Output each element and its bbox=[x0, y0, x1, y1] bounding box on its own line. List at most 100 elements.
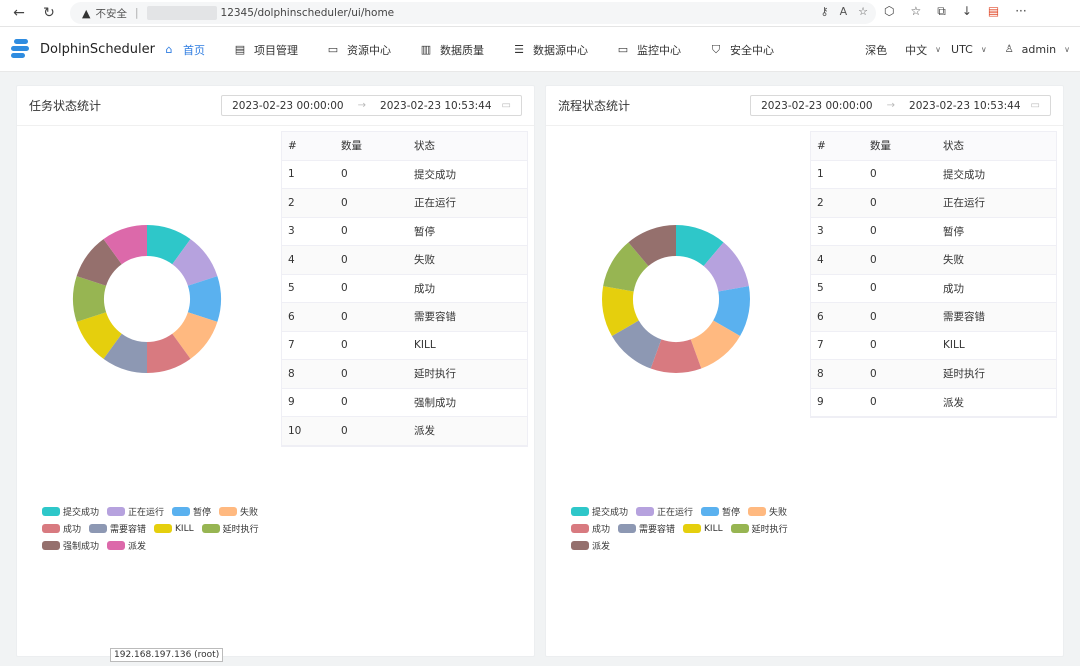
menu-item-5[interactable]: ▭ 监控中心 bbox=[617, 42, 681, 58]
legend-label: 成功 bbox=[63, 525, 82, 535]
legend-swatch bbox=[636, 507, 655, 516]
legend-item[interactable]: 成功 bbox=[571, 520, 610, 537]
favorite-star-icon[interactable]: ☆ bbox=[858, 5, 868, 18]
date-range-picker[interactable]: 2023-02-23 00:00:00 → 2023-02-23 10:53:4… bbox=[221, 95, 522, 116]
browser-toolbar: ← ↻ ▲ 不安全 | 12345/dolphinscheduler/ui/ho… bbox=[0, 0, 1080, 27]
legend-item[interactable]: 延时执行 bbox=[730, 520, 788, 537]
address-bar[interactable]: ▲ 不安全 | 12345/dolphinscheduler/ui/home ⚷… bbox=[70, 2, 876, 24]
arrow-right-icon: → bbox=[886, 100, 896, 111]
legend-swatch bbox=[701, 507, 720, 516]
chevron-down-icon: ∨ bbox=[980, 45, 987, 54]
table-cell: 失败 bbox=[408, 245, 527, 275]
legend-label: 暂停 bbox=[193, 508, 212, 518]
table-cell: 正在运行 bbox=[408, 188, 527, 218]
legend-item[interactable]: 正在运行 bbox=[107, 503, 164, 520]
folder-icon: ▭ bbox=[327, 43, 339, 56]
theme-toggle[interactable]: 深色 bbox=[865, 42, 887, 58]
table-cell: 0 bbox=[864, 245, 937, 275]
legend-item[interactable]: KILL bbox=[154, 520, 194, 537]
logo-text: DolphinScheduler bbox=[40, 41, 156, 57]
menu-item-0[interactable]: ⌂ 首页 bbox=[163, 42, 206, 58]
table-row: 10 0 派发 bbox=[282, 416, 527, 446]
table-cell: 成功 bbox=[408, 274, 527, 303]
legend-swatch bbox=[42, 541, 60, 550]
collections-icon[interactable]: ⧉ bbox=[937, 4, 946, 19]
legend-label: 失败 bbox=[240, 508, 259, 518]
table-cell: 暂停 bbox=[937, 217, 1056, 246]
date-start: 2023-02-23 00:00:00 bbox=[232, 99, 344, 112]
table-row: 9 0 派发 bbox=[811, 388, 1056, 417]
reload-icon[interactable]: ↻ bbox=[38, 2, 60, 24]
table-row: 7 0 KILL bbox=[811, 331, 1056, 360]
legend-label: 暂停 bbox=[722, 508, 741, 518]
legend-label: 提交成功 bbox=[592, 508, 629, 518]
legend-swatch bbox=[154, 524, 173, 533]
table-cell: 9 bbox=[811, 388, 864, 417]
process-status-donut-chart bbox=[602, 225, 750, 373]
legend-label: 延时执行 bbox=[222, 525, 259, 535]
legend-item[interactable]: 需要容错 bbox=[618, 520, 675, 537]
legend-swatch bbox=[571, 524, 589, 533]
date-start: 2023-02-23 00:00:00 bbox=[761, 99, 873, 112]
legend-item[interactable]: 成功 bbox=[42, 520, 81, 537]
legend-item[interactable]: 需要容错 bbox=[89, 520, 146, 537]
legend-item[interactable]: 延时执行 bbox=[201, 520, 259, 537]
legend-item[interactable]: 正在运行 bbox=[636, 503, 693, 520]
legend-item[interactable]: 提交成功 bbox=[571, 503, 628, 520]
language-label: 中文 bbox=[905, 43, 928, 57]
language-select[interactable]: 中文 ∨ bbox=[905, 42, 941, 58]
legend-item[interactable]: 暂停 bbox=[701, 503, 740, 520]
table-cell: 提交成功 bbox=[937, 160, 1056, 189]
menu-item-4[interactable]: ☰ 数据源中心 bbox=[513, 42, 588, 58]
legend-item[interactable]: 提交成功 bbox=[42, 503, 99, 520]
table-cell: 成功 bbox=[937, 274, 1056, 303]
menu-item-3[interactable]: ▥ 数据质量 bbox=[420, 42, 484, 58]
table-cell: 6 bbox=[282, 302, 335, 332]
table-cell: 强制成功 bbox=[408, 388, 527, 417]
read-aloud-icon[interactable]: A bbox=[840, 5, 848, 18]
legend-item[interactable]: 失败 bbox=[748, 503, 787, 520]
table-cell: 延时执行 bbox=[408, 359, 527, 389]
favorites-icon[interactable]: ☆ bbox=[910, 4, 921, 19]
legend-label: KILL bbox=[704, 523, 723, 534]
legend-label: 正在运行 bbox=[657, 508, 694, 518]
more-menu-icon[interactable]: ··· bbox=[1015, 4, 1026, 19]
date-range-picker[interactable]: 2023-02-23 00:00:00 → 2023-02-23 10:53:4… bbox=[750, 95, 1051, 116]
legend-swatch bbox=[172, 507, 191, 516]
table-cell: 派发 bbox=[937, 388, 1056, 417]
table-cell: 正在运行 bbox=[937, 188, 1056, 218]
logo[interactable]: DolphinScheduler bbox=[8, 36, 155, 62]
key-icon[interactable]: ⚷ bbox=[821, 5, 829, 18]
legend-label: 派发 bbox=[128, 542, 147, 552]
chevron-down-icon: ∨ bbox=[935, 45, 942, 54]
task-status-panel: 任务状态统计 2023-02-23 00:00:00 → 2023-02-23 … bbox=[16, 85, 535, 657]
table-cell: 0 bbox=[864, 331, 937, 360]
table-cell: KILL bbox=[408, 331, 527, 360]
menu-item-1[interactable]: ▤ 项目管理 bbox=[234, 42, 298, 58]
legend-swatch bbox=[219, 507, 238, 516]
downloads-icon[interactable]: ↓ bbox=[962, 4, 972, 19]
legend-item[interactable]: 失败 bbox=[219, 503, 258, 520]
timezone-select[interactable]: UTC ∨ bbox=[951, 43, 987, 56]
extensions-icon[interactable]: ⬡ bbox=[884, 4, 894, 19]
legend-label: 强制成功 bbox=[63, 542, 100, 552]
menu-item-2[interactable]: ▭ 资源中心 bbox=[327, 42, 391, 58]
column-header: 数量 bbox=[864, 132, 937, 161]
legend-item[interactable]: 暂停 bbox=[172, 503, 211, 520]
legend-item[interactable]: 派发 bbox=[107, 537, 146, 554]
status-bar-tooltip: 192.168.197.136 (root) bbox=[110, 648, 224, 662]
profile-extension-icon[interactable]: ▤ bbox=[988, 4, 999, 19]
legend-swatch bbox=[571, 541, 589, 550]
table-row: 4 0 失败 bbox=[811, 245, 1056, 275]
back-icon[interactable]: ← bbox=[8, 2, 30, 24]
app-header: DolphinScheduler ⌂ 首页 ▤ 项目管理 ▭ 资源中心 ▥ 数据质量 ☰ 数据源中… bbox=[0, 27, 1080, 72]
process-status-panel: 流程状态统计 2023-02-23 00:00:00 → 2023-02-23 … bbox=[545, 85, 1064, 657]
date-end: 2023-02-23 10:53:44 bbox=[380, 99, 492, 112]
table-row: 5 0 成功 bbox=[282, 274, 527, 303]
legend-item[interactable]: 派发 bbox=[571, 537, 610, 554]
legend-item[interactable]: 强制成功 bbox=[42, 537, 99, 554]
user-menu[interactable]: ♙ admin ∨ bbox=[1005, 43, 1070, 56]
legend-swatch bbox=[89, 524, 108, 533]
legend-item[interactable]: KILL bbox=[683, 520, 723, 537]
menu-item-6[interactable]: ⛉ 安全中心 bbox=[710, 42, 774, 58]
